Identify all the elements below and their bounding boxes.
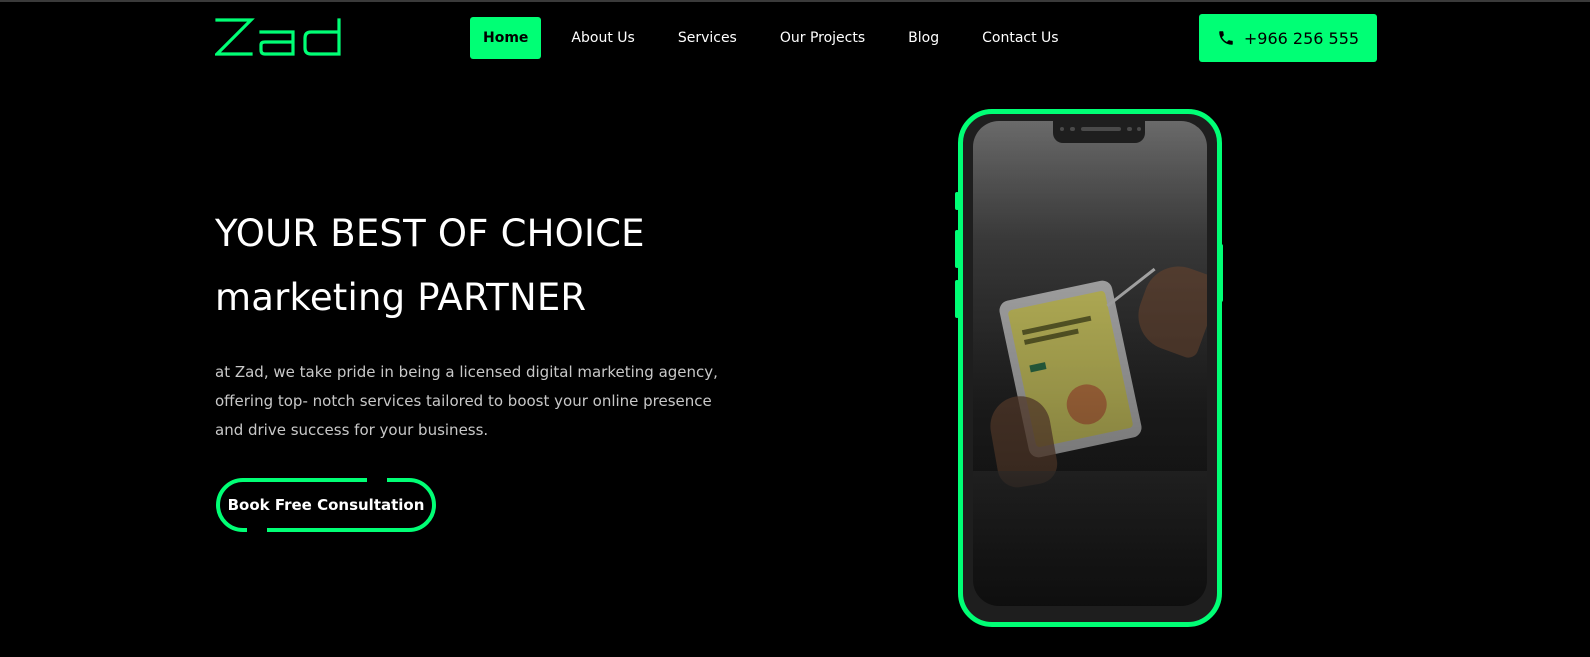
nav-home[interactable]: Home [470, 17, 542, 59]
nav-contact-us[interactable]: Contact Us [982, 17, 1058, 59]
hero-title: YOUR BEST OF CHOICE marketing PARTNER [215, 202, 645, 330]
phone-screen-image [973, 121, 1207, 606]
zad-logo[interactable] [213, 18, 345, 58]
nav-about-us[interactable]: About Us [571, 17, 634, 59]
zad-logo-mark [213, 18, 341, 56]
hero-title-line-1: YOUR BEST OF CHOICE [215, 212, 645, 255]
book-consultation-button[interactable]: Book Free Consultation [215, 477, 437, 533]
phone-notch [1053, 121, 1145, 143]
top-border [0, 0, 1590, 2]
cta-label: Book Free Consultation [227, 496, 425, 514]
nav-services[interactable]: Services [678, 17, 737, 59]
phone-contact-button[interactable]: +966 256 555 [1199, 14, 1377, 62]
phone-number-label: +966 256 555 [1243, 28, 1360, 48]
main-nav: Home About Us Services Our Projects Blog… [470, 17, 1059, 59]
phone-icon [1217, 29, 1235, 47]
nav-blog[interactable]: Blog [908, 17, 939, 59]
hero-description: at Zad, we take pride in being a license… [215, 363, 718, 439]
nav-our-projects[interactable]: Our Projects [780, 17, 865, 59]
hero-title-line-2: marketing PARTNER [215, 276, 587, 319]
phone-mockup [958, 109, 1222, 627]
